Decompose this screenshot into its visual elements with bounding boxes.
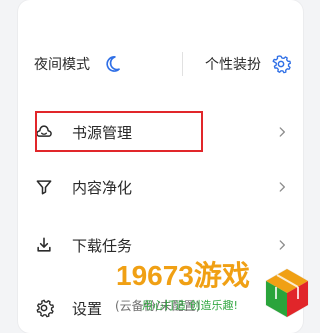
menu-item-label: 书源管理 [72, 124, 133, 142]
menu-item-book-source[interactable]: 书源管理 [18, 110, 303, 154]
settings-sub-label: (云备份/未配置) [115, 299, 201, 313]
moon-icon [106, 56, 120, 72]
menu-item-label: 下载任务 [72, 237, 133, 255]
menu-item-download-tasks[interactable]: 下载任务 [18, 223, 303, 267]
gear-icon [272, 55, 291, 74]
book-source-icon [36, 125, 52, 137]
chevron-right-icon [279, 127, 285, 137]
chevron-right-icon [279, 182, 285, 192]
top-divider [182, 52, 183, 76]
settings-gear-icon [36, 299, 54, 318]
menu-item-label: 设置 [72, 300, 103, 318]
top-row: 夜间模式 个性装扮 [18, 44, 303, 84]
night-mode-toggle[interactable]: 夜间模式 [34, 44, 122, 84]
night-mode-label: 夜间模式 [34, 57, 90, 73]
menu-item-content-purify[interactable]: 内容净化 [18, 165, 303, 209]
download-icon [37, 237, 51, 252]
personalize-button[interactable]: 个性装扮 [205, 44, 291, 84]
menu-item-label: 内容净化 [72, 179, 133, 197]
filter-icon [36, 180, 52, 195]
personalize-label: 个性装扮 [205, 57, 261, 73]
chevron-right-icon [279, 240, 285, 250]
